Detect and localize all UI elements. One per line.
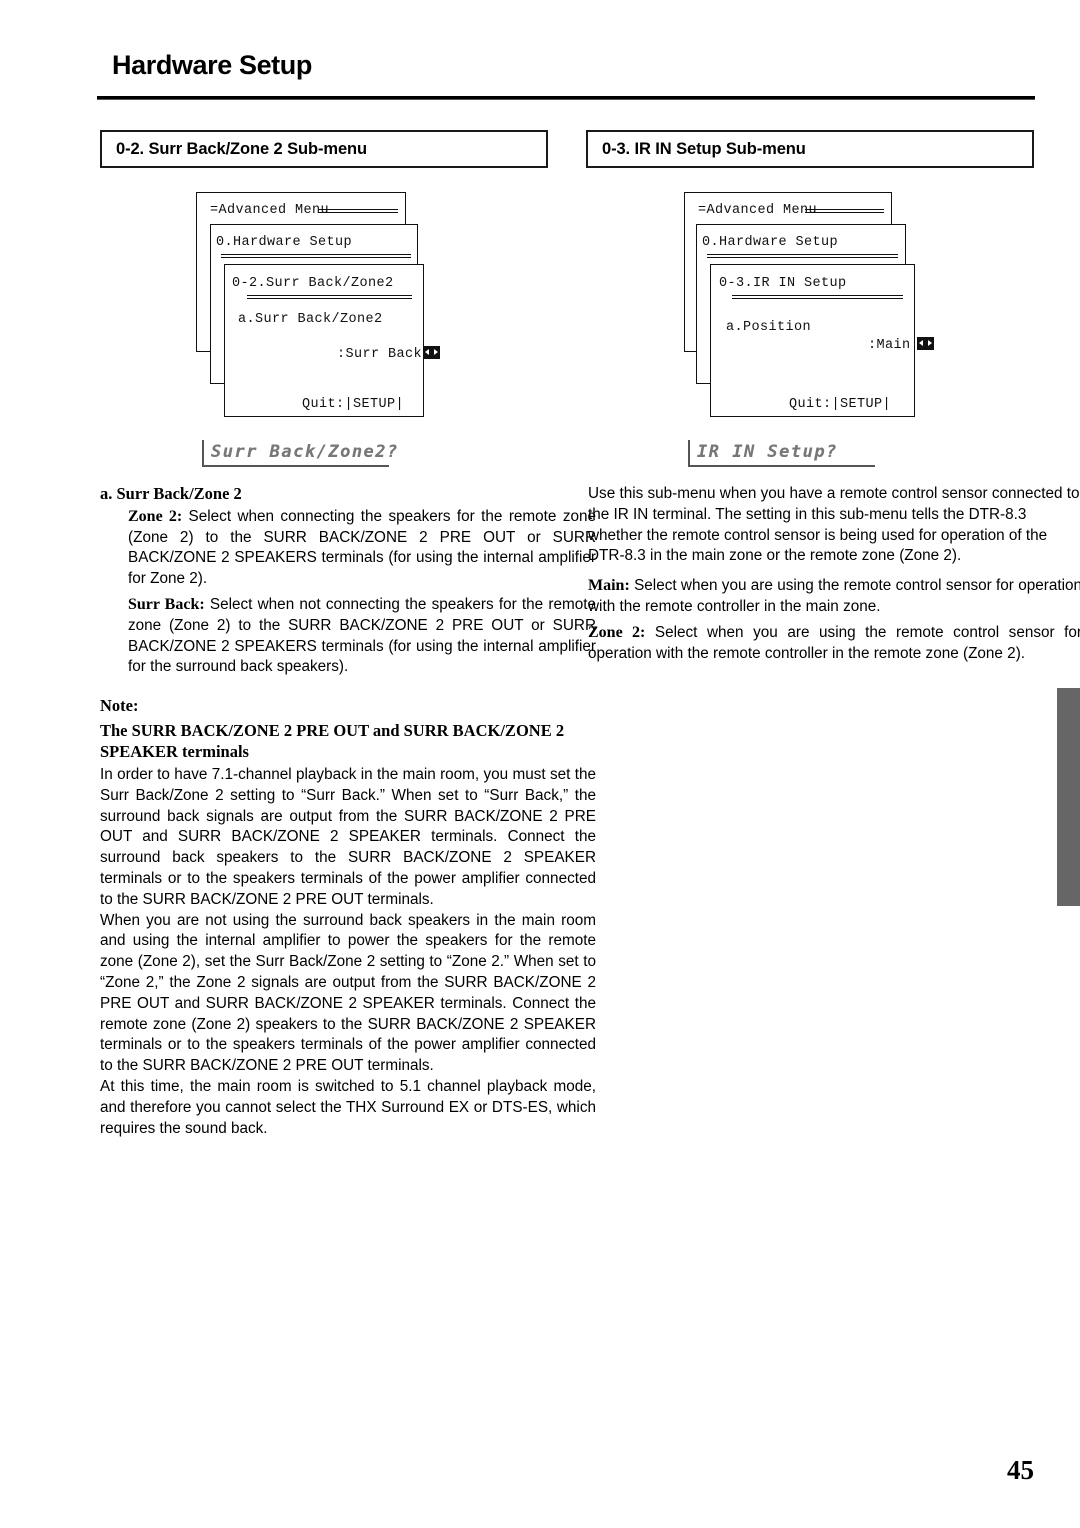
lcd-display-surr-back: Surr Back/Zone2? xyxy=(202,440,397,467)
osd-title-rule xyxy=(318,209,398,213)
osd-advanced-menu-label: =Advanced Menu xyxy=(210,203,330,218)
section-header-surr-back-zone2: 0-2. Surr Back/Zone 2 Sub-menu xyxy=(100,130,548,168)
osd-advanced-menu-label: =Advanced Menu xyxy=(698,203,818,218)
osd-menu-graphic-ir-in: =Advanced Menu 0.Hardware Setup 0-3.IR I… xyxy=(674,192,934,432)
paragraph-zone2: Zone 2: Select when you are using the re… xyxy=(588,623,1080,665)
term-main: Main: xyxy=(588,577,630,595)
osd-title-rule xyxy=(732,295,903,299)
osd-menu-graphic-surr-back: =Advanced Menu 0.Hardware Setup 0-2.Surr… xyxy=(190,192,441,432)
lcd-display-ir-in: IR IN Setup? xyxy=(688,440,875,467)
header-divider xyxy=(97,96,1035,100)
osd-item-value: :Surr Back xyxy=(337,347,423,362)
section-header-label: 0-2. Surr Back/Zone 2 Sub-menu xyxy=(116,139,367,158)
left-text-column: a. Surr Back/Zone 2 Zone 2: Select when … xyxy=(100,484,596,1139)
intro-paragraph: Use this sub-menu when you have a remote… xyxy=(588,485,1080,565)
section-header-ir-in-setup: 0-3. IR IN Setup Sub-menu xyxy=(586,130,1034,168)
paragraph-surr-back: Surr Back: Select when not connecting th… xyxy=(100,595,596,678)
note-heading: Note: xyxy=(100,696,139,716)
osd-quit-label: Quit:|SETUP| xyxy=(302,397,405,412)
note-paragraph-3: At this time, the main room is switched … xyxy=(100,1077,596,1137)
osd-hardware-setup-label: 0.Hardware Setup xyxy=(702,235,839,250)
page-edge-thumb-tab xyxy=(1057,688,1080,906)
term-main-description: Select when you are using the remote con… xyxy=(588,577,1080,615)
osd-hardware-setup-label: 0.Hardware Setup xyxy=(216,235,353,250)
osd-item-label: a.Surr Back/Zone2 xyxy=(238,312,383,327)
term-zone2: Zone 2: xyxy=(128,507,183,525)
left-right-cursor-icon xyxy=(916,337,934,350)
paragraph-main: Main: Select when you are using the remo… xyxy=(588,576,1080,618)
section-header-label: 0-3. IR IN Setup Sub-menu xyxy=(602,139,806,158)
note-paragraph-2: When you are not using the surround back… xyxy=(100,911,596,1075)
osd-title-rule xyxy=(805,209,884,213)
osd-title-rule xyxy=(247,295,412,299)
term-zone2-description: Select when you are using the remote con… xyxy=(588,623,1080,662)
note-subheading: The SURR BACK/ZONE 2 PRE OUT and SURR BA… xyxy=(100,720,565,761)
osd-title-rule xyxy=(221,254,411,258)
osd-submenu-title: 0-2.Surr Back/Zone2 xyxy=(232,276,394,291)
osd-submenu-title: 0-3.IR IN Setup xyxy=(719,276,847,291)
paragraph-zone2: Zone 2: Select when connecting the speak… xyxy=(100,507,596,590)
osd-quit-label: Quit:|SETUP| xyxy=(789,397,892,412)
term-zone2: Zone 2: xyxy=(588,623,646,641)
osd-item-label: a.Position xyxy=(726,320,812,335)
subsection-heading: a. Surr Back/Zone 2 xyxy=(100,484,242,503)
page-title: Hardware Setup xyxy=(112,50,312,80)
osd-title-rule xyxy=(707,254,898,258)
note-paragraph-1: In order to have 7.1-channel playback in… xyxy=(100,765,596,908)
page-number: 45 xyxy=(1007,1455,1034,1485)
term-zone2-description: Select when connecting the speakers for … xyxy=(128,507,597,588)
right-text-column: Use this sub-menu when you have a remote… xyxy=(588,484,1080,664)
left-right-cursor-icon xyxy=(423,346,441,359)
osd-item-value: :Main xyxy=(868,338,911,353)
term-surr-back: Surr Back: xyxy=(128,595,205,613)
